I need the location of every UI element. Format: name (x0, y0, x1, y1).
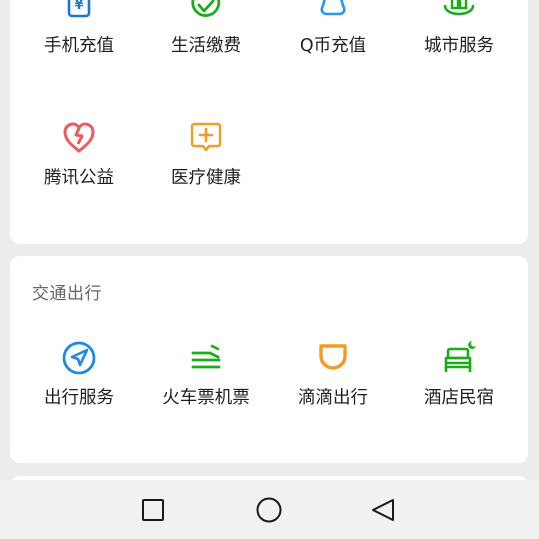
service-city[interactable]: 城市服务 (399, 0, 519, 57)
penguin-icon (320, 0, 346, 16)
service-label: 手机充值 (44, 36, 114, 56)
recent-apps-square-icon[interactable] (137, 494, 169, 526)
charity-heart-icon (63, 122, 95, 153)
utility-bill-icon (191, 0, 221, 17)
svg-text:¥: ¥ (74, 0, 83, 13)
service-label: Q币充值 (299, 36, 367, 56)
service-label: 火车票机票 (162, 388, 250, 408)
service-label: 城市服务 (424, 36, 494, 56)
service-didi[interactable]: 滴滴出行 (273, 340, 393, 409)
back-triangle-icon[interactable] (367, 494, 399, 526)
home-circle-icon[interactable] (253, 494, 285, 526)
service-phone-recharge[interactable]: ¥ 手机充值 (19, 0, 139, 57)
service-label: 酒店民宿 (424, 388, 494, 408)
service-label: 医疗健康 (171, 168, 241, 188)
section-title: 交通出行 (32, 284, 102, 304)
service-label: 出行服务 (44, 388, 114, 408)
hotel-bed-icon (444, 341, 476, 372)
phone-recharge-icon: ¥ (67, 0, 91, 18)
service-label: 腾讯公益 (44, 168, 114, 188)
service-medical[interactable]: 医疗健康 (146, 120, 266, 189)
system-navigation-bar (0, 480, 539, 539)
services-card: ¥ 手机充值 生活缴费 Q币充值 城市服务 腾讯公益 医疗健康 (10, 0, 528, 244)
medical-icon (190, 122, 222, 152)
service-travel[interactable]: 出行服务 (19, 340, 139, 409)
service-label: 生活缴费 (171, 36, 241, 56)
service-utility-bill[interactable]: 生活缴费 (146, 0, 266, 57)
navigation-arrow-icon (62, 341, 96, 375)
service-charity[interactable]: 腾讯公益 (19, 120, 139, 189)
train-icon (191, 344, 221, 369)
service-qcoin-recharge[interactable]: Q币充值 (273, 0, 393, 57)
didi-icon (319, 344, 347, 370)
service-train-flight[interactable]: 火车票机票 (146, 340, 266, 409)
city-service-icon (443, 0, 475, 16)
service-label: 滴滴出行 (298, 388, 368, 408)
transport-card: 交通出行 出行服务 火车票机票 滴滴出行 酒店民宿 (10, 256, 528, 463)
service-hotel[interactable]: 酒店民宿 (399, 340, 519, 409)
